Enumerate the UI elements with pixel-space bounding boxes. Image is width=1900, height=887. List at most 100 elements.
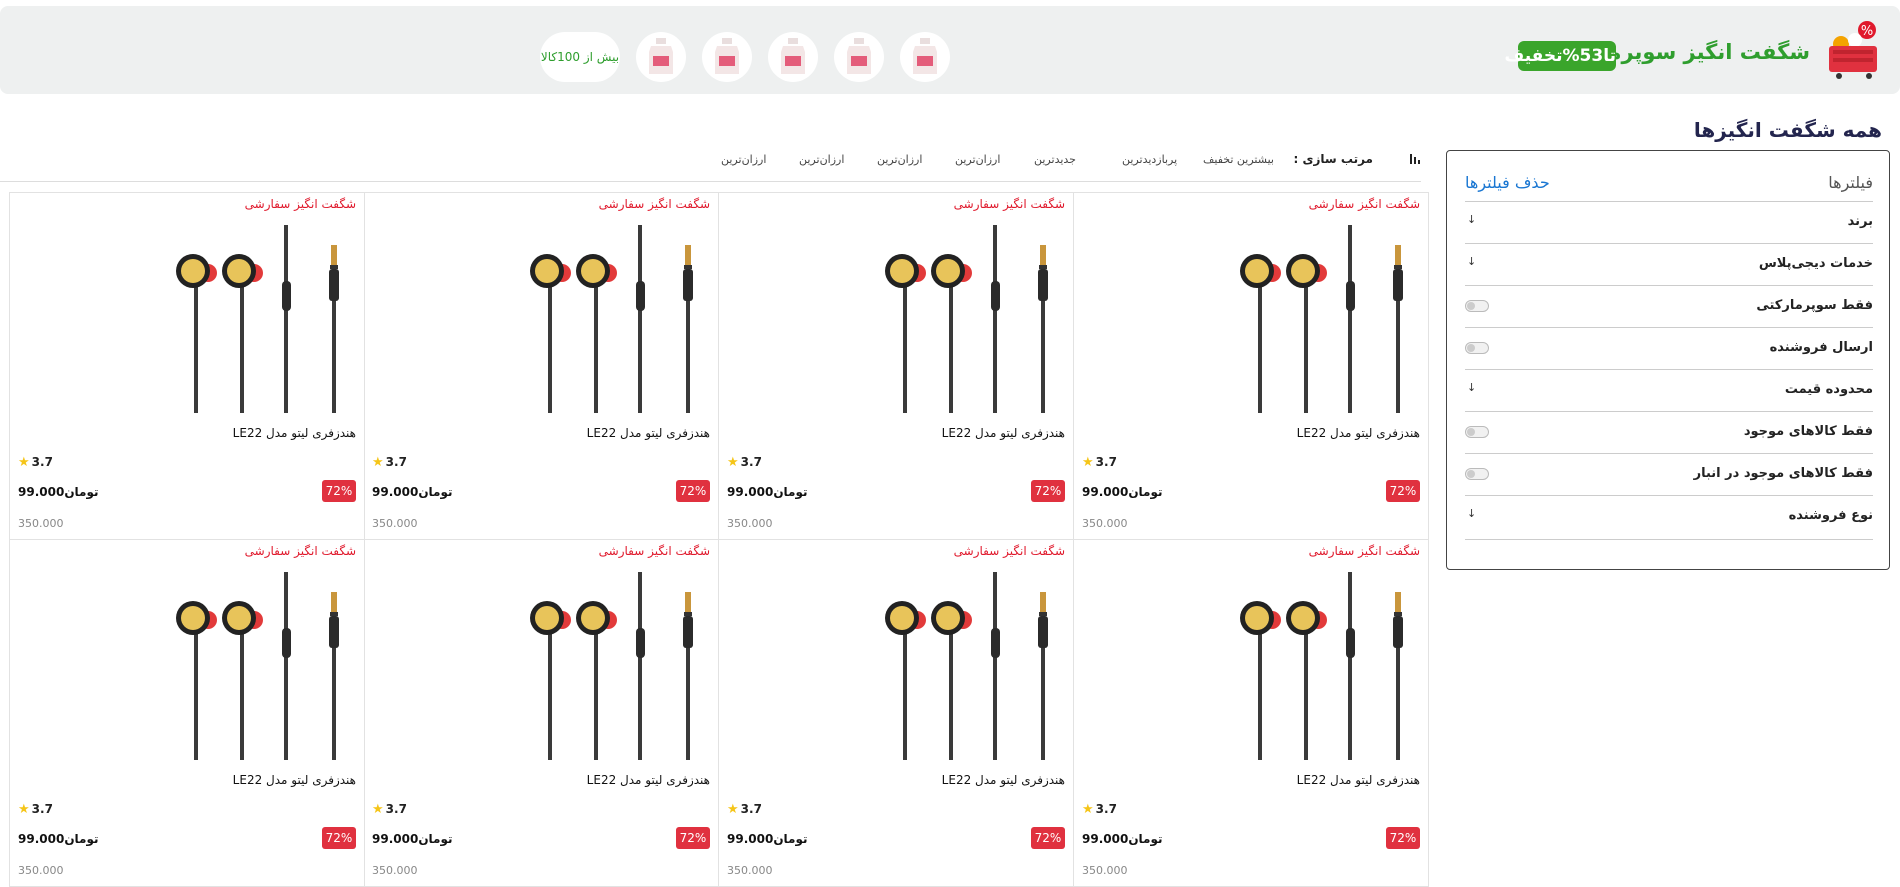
divider bbox=[1465, 539, 1873, 540]
filter-seller-shipping: ارسال فروشنده bbox=[1465, 327, 1873, 369]
product-rating: ★ 3.7 bbox=[727, 802, 762, 817]
star-icon: ★ bbox=[372, 455, 384, 470]
product-name: هندزفری لیتو مدل LE22 bbox=[232, 773, 356, 787]
arrow-down-icon: ↓ bbox=[1467, 213, 1477, 226]
product-name: هندزفری لیتو مدل LE22 bbox=[586, 426, 710, 440]
rating-value: 3.7 bbox=[31, 802, 53, 816]
detergent-bottle-icon bbox=[649, 38, 673, 74]
product-card[interactable]: شگفت انگیز سفارشی هندزفری لیتو مدل LE22 … bbox=[363, 539, 719, 887]
product-card[interactable]: شگفت انگیز سفارشی هندزفری لیتو مدل LE22 … bbox=[718, 539, 1074, 887]
sort-option-cheapest[interactable]: ارزان‌ترین bbox=[721, 153, 766, 166]
toggle-switch[interactable] bbox=[1465, 300, 1489, 312]
sort-bar: مرتب سازی : بیشترین تخفیف پربازدیدترین ج… bbox=[0, 146, 1421, 182]
product-card[interactable]: شگفت انگیز سفارشی هندزفری لیتو مدل LE22 … bbox=[718, 192, 1074, 540]
discount-badge: 72% bbox=[1031, 480, 1065, 502]
toggle-switch[interactable] bbox=[1465, 468, 1489, 480]
product-card[interactable]: شگفت انگیز سفارشی هندزفری لیتو مدل LE22 … bbox=[9, 192, 365, 540]
filter-label: فقط کالاهای موجود bbox=[1743, 424, 1873, 439]
promo-tag: شگفت انگیز سفارشی bbox=[598, 197, 710, 211]
product-rating: ★ 3.7 bbox=[18, 455, 53, 470]
banner-title: شگفت انگیز سوپرمارکتی bbox=[1546, 40, 1810, 64]
promo-banner[interactable]: % شگفت انگیز سوپرمارکتی تا53%تخفیف بیش ا… bbox=[0, 6, 1900, 94]
sort-option-most-viewed[interactable]: پربازدیدترین bbox=[1122, 153, 1177, 166]
promo-tag: شگفت انگیز سفارشی bbox=[953, 544, 1065, 558]
product-rating: ★ 3.7 bbox=[18, 802, 53, 817]
filter-digiplus[interactable]: خدمات دیجی‌پلاس ↓ bbox=[1465, 243, 1873, 285]
product-rating: ★ 3.7 bbox=[372, 455, 407, 470]
product-price: 99.000تومان bbox=[1082, 832, 1163, 846]
product-rating: ★ 3.7 bbox=[727, 455, 762, 470]
old-price: 350.000 bbox=[18, 517, 64, 530]
product-rating: ★ 3.7 bbox=[1082, 455, 1117, 470]
product-thumbnail[interactable] bbox=[900, 32, 950, 82]
product-thumbnail[interactable] bbox=[702, 32, 752, 82]
filters-header: فیلترها حذف فیلترها bbox=[1465, 169, 1873, 199]
star-icon: ★ bbox=[372, 802, 384, 817]
sort-icon bbox=[1410, 154, 1420, 164]
more-products-link[interactable]: بیش از 100کالا bbox=[540, 32, 620, 82]
product-card[interactable]: شگفت انگیز سفارشی هندزفری لیتو مدل LE22 … bbox=[363, 192, 719, 540]
star-icon: ★ bbox=[1082, 802, 1094, 817]
filter-label: محدوده قیمت bbox=[1784, 382, 1873, 397]
star-icon: ★ bbox=[18, 455, 30, 470]
toggle-switch[interactable] bbox=[1465, 342, 1489, 354]
clear-filters-link[interactable]: حذف فیلترها bbox=[1465, 173, 1550, 192]
filter-label: برند bbox=[1847, 214, 1873, 229]
product-name: هندزفری لیتو مدل LE22 bbox=[1296, 426, 1420, 440]
promo-tag: شگفت انگیز سفارشی bbox=[1308, 544, 1420, 558]
old-price: 350.000 bbox=[372, 517, 418, 530]
earphones-image bbox=[1240, 572, 1403, 760]
filter-price-range[interactable]: محدوده قیمت ↓ bbox=[1465, 369, 1873, 411]
product-price: 99.000تومان bbox=[727, 485, 808, 499]
star-icon: ★ bbox=[727, 455, 739, 470]
product-name: هندزفری لیتو مدل LE22 bbox=[941, 426, 1065, 440]
product-thumbnail[interactable] bbox=[636, 32, 686, 82]
product-price: 99.000تومان bbox=[727, 832, 808, 846]
filter-brand[interactable]: برند ↓ bbox=[1465, 201, 1873, 243]
filter-label: ارسال فروشنده bbox=[1769, 340, 1873, 355]
filter-seller-type[interactable]: نوع فروشنده ↓ bbox=[1465, 495, 1873, 537]
product-card[interactable]: شگفت انگیز سفارشی هندزفری لیتو مدل LE22 … bbox=[1073, 539, 1429, 887]
product-name: هندزفری لیتو مدل LE22 bbox=[232, 426, 356, 440]
old-price: 350.000 bbox=[727, 864, 773, 877]
earphones-image bbox=[176, 225, 339, 413]
discount-badge: 72% bbox=[1386, 480, 1420, 502]
filter-label: نوع فروشنده bbox=[1788, 508, 1873, 523]
old-price: 350.000 bbox=[1082, 517, 1128, 530]
product-rating: ★ 3.7 bbox=[372, 802, 407, 817]
earphones-image bbox=[885, 572, 1048, 760]
basket-icon: % bbox=[1829, 21, 1877, 79]
toggle-switch[interactable] bbox=[1465, 426, 1489, 438]
product-card[interactable]: شگفت انگیز سفارشی هندزفری لیتو مدل LE22 … bbox=[9, 539, 365, 887]
discount-badge: 72% bbox=[1386, 827, 1420, 849]
earphones-image bbox=[530, 225, 693, 413]
sort-option-cheapest[interactable]: ارزان‌ترین bbox=[799, 153, 844, 166]
product-name: هندزفری لیتو مدل LE22 bbox=[941, 773, 1065, 787]
product-thumbnail[interactable] bbox=[768, 32, 818, 82]
rating-value: 3.7 bbox=[385, 802, 407, 816]
star-icon: ★ bbox=[727, 802, 739, 817]
arrow-down-icon: ↓ bbox=[1467, 507, 1477, 520]
star-icon: ★ bbox=[18, 802, 30, 817]
sort-option-most-discount[interactable]: بیشترین تخفیف bbox=[1203, 153, 1274, 166]
filter-label: خدمات دیجی‌پلاس bbox=[1758, 256, 1873, 271]
sort-option-cheapest[interactable]: ارزان‌ترین bbox=[877, 153, 922, 166]
product-card[interactable]: شگفت انگیز سفارشی هندزفری لیتو مدل LE22 … bbox=[1073, 192, 1429, 540]
earphones-image bbox=[1240, 225, 1403, 413]
page-title: همه شگفت انگیزها bbox=[1693, 118, 1882, 142]
old-price: 350.000 bbox=[727, 517, 773, 530]
svg-text:%: % bbox=[1861, 24, 1873, 39]
filters-title: فیلترها bbox=[1828, 173, 1873, 192]
product-price: 99.000تومان bbox=[1082, 485, 1163, 499]
detergent-bottle-icon bbox=[715, 38, 739, 74]
sort-option-cheapest[interactable]: ارزان‌ترین bbox=[955, 153, 1000, 166]
old-price: 350.000 bbox=[372, 864, 418, 877]
rating-value: 3.7 bbox=[31, 455, 53, 469]
sort-option-newest[interactable]: جدیدترین bbox=[1034, 153, 1076, 166]
promo-tag: شگفت انگیز سفارشی bbox=[598, 544, 710, 558]
product-thumbnail[interactable] bbox=[834, 32, 884, 82]
filter-available-only: فقط کالاهای موجود bbox=[1465, 411, 1873, 453]
promo-tag: شگفت انگیز سفارشی bbox=[1308, 197, 1420, 211]
detergent-bottle-icon bbox=[781, 38, 805, 74]
promo-tag: شگفت انگیز سفارشی bbox=[953, 197, 1065, 211]
